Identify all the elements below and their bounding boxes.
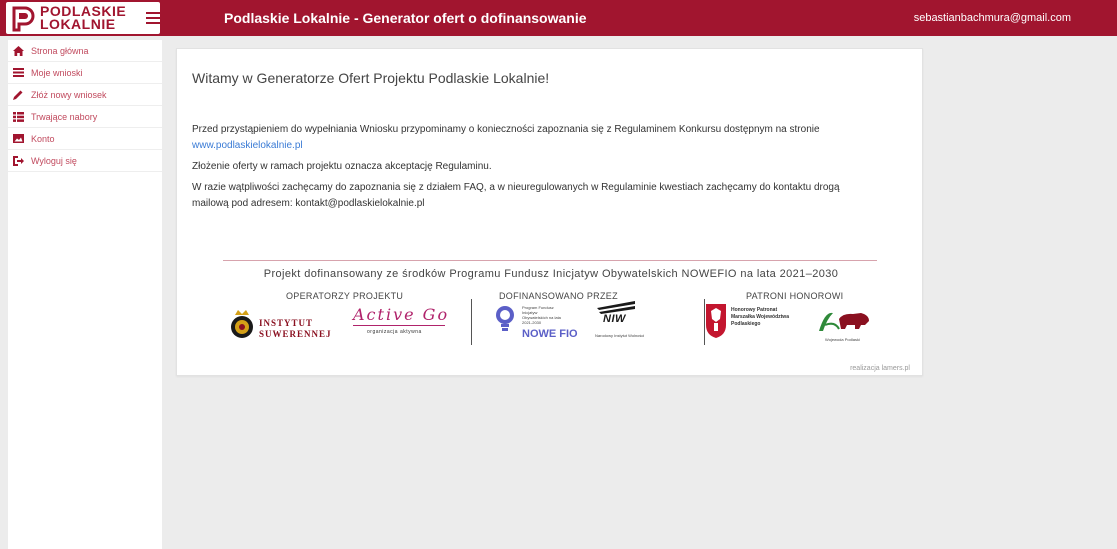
sidebar-item-label: Moje wnioski xyxy=(31,67,83,78)
brand-name: PODLASKIE LOKALNIE xyxy=(40,4,126,32)
divider xyxy=(223,260,877,261)
logout-icon xyxy=(12,155,24,167)
sidebar-item-ongoing-calls[interactable]: Trwające nabory xyxy=(8,106,162,128)
contact-text-line1: W razie wątpliwości zachęcamy do zapozna… xyxy=(192,182,840,193)
welcome-card: Witamy w Generatorze Ofert Projektu Podl… xyxy=(176,48,923,376)
patrons-label: PATRONI HONOROWI xyxy=(746,291,844,301)
instytut-line1: INSTYTUT xyxy=(259,318,314,328)
sidebar-item-home[interactable]: Strona główna xyxy=(8,40,162,62)
marshal-patron-logo: Honorowy Patronat Marszałka Województwa … xyxy=(705,303,789,344)
credit-link[interactable]: realizacja lamers.pl xyxy=(850,365,910,372)
voivode-logo: Wojewoda Podlaski xyxy=(815,307,873,342)
home-icon xyxy=(12,45,24,57)
instytut-suwerennej-logo: INSTYTUT SUWERENNEJ xyxy=(229,309,331,344)
image-icon xyxy=(12,133,24,145)
brand-line2: LOKALNIE xyxy=(40,16,116,32)
pencil-icon xyxy=(12,89,24,101)
folder-icon xyxy=(12,67,24,79)
active-go-sub: organizacja aktywna xyxy=(367,329,422,335)
nowe-fio-name: NOWE FIO xyxy=(522,328,578,340)
sidebar-item-new-application[interactable]: Złóż nowy wniosek xyxy=(8,84,162,106)
funding-statement: Projekt dofinansowany ze środków Program… xyxy=(263,268,839,280)
operators-label: OPERATORZY PROJEKTU xyxy=(286,291,404,301)
regulations-link[interactable]: www.podlaskielokalnie.pl xyxy=(192,140,303,151)
brand-logo-icon xyxy=(12,6,35,32)
contact-text-line2: mailową pod adresem: kontakt@podlaskielo… xyxy=(192,198,425,209)
active-go-logo: Active Go organizacja aktywna xyxy=(353,305,453,335)
lightbulb-icon xyxy=(496,306,514,331)
sidebar-item-label: Wyloguj się xyxy=(31,155,77,166)
sidebar-item-label: Złóż nowy wniosek xyxy=(31,89,107,100)
contact-paragraph: W razie wątpliwości zachęcamy do zapozna… xyxy=(192,180,912,212)
separator xyxy=(471,299,472,345)
niw-small: Narodowy Instytut Wolności xyxy=(595,333,645,338)
menu-toggle-icon[interactable] xyxy=(146,9,160,27)
niw-logo: NIW Narodowy Instytut Wolności xyxy=(595,300,644,338)
user-email[interactable]: sebastianbachmura@gmail.com xyxy=(914,12,1071,24)
app-title: Podlaskie Lokalnie - Generator ofert o d… xyxy=(224,10,587,26)
top-bar: PODLASKIE LOKALNIE Podlaskie Lokalnie - … xyxy=(0,0,1117,36)
coat-of-arms-icon xyxy=(706,304,726,338)
brand-logo[interactable]: PODLASKIE LOKALNIE xyxy=(6,2,160,34)
list-icon xyxy=(12,111,24,123)
sidebar-item-logout[interactable]: Wyloguj się xyxy=(8,150,162,172)
instytut-emblem-icon xyxy=(231,310,253,338)
acceptance-paragraph: Złożenie oferty w ramach projektu oznacz… xyxy=(192,161,492,172)
voivode-text: Wojewoda Podlaski xyxy=(825,337,860,342)
marshal-patron-text: Honorowy Patronat Marszałka Województwa … xyxy=(731,307,789,327)
sidebar-item-label: Trwające nabory xyxy=(31,111,98,122)
sidebar-item-account[interactable]: Konto xyxy=(8,128,162,150)
nowe-fio-small: Program Fundusz Inicjatyw Obywatelskich … xyxy=(522,305,561,325)
intro-text: Przed przystąpieniem do wypełniania Wnio… xyxy=(192,124,820,135)
sidebar: Strona główna Moje wnioski Złóż nowy wni… xyxy=(8,40,162,549)
instytut-line2: SUWERENNEJ xyxy=(259,329,332,339)
sidebar-item-label: Strona główna xyxy=(31,45,89,56)
niw-name: NIW xyxy=(603,313,626,325)
sidebar-item-my-applications[interactable]: Moje wnioski xyxy=(8,62,162,84)
nowe-fio-logo: Program Fundusz Inicjatyw Obywatelskich … xyxy=(495,305,578,340)
intro-paragraph: Przed przystąpieniem do wypełniania Wnio… xyxy=(192,122,912,154)
bison-icon xyxy=(819,312,869,331)
active-go-name: Active Go xyxy=(353,305,450,324)
sidebar-item-label: Konto xyxy=(31,133,55,144)
page-title: Witamy w Generatorze Ofert Projektu Podl… xyxy=(192,70,550,86)
